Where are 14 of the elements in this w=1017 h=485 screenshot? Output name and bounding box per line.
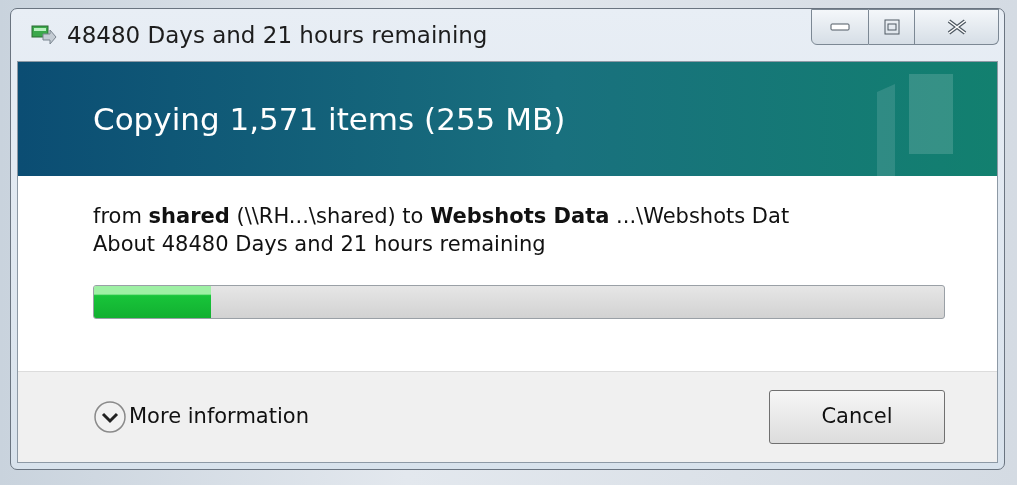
maximize-icon xyxy=(883,19,900,35)
cancel-button[interactable]: Cancel xyxy=(769,390,945,444)
maximize-button[interactable] xyxy=(869,9,915,45)
chevron-icon xyxy=(93,400,127,434)
minimize-icon xyxy=(830,23,850,31)
close-button[interactable] xyxy=(915,9,999,45)
minimize-button[interactable] xyxy=(811,9,869,45)
header-title: Copying 1,571 items (255 MB) xyxy=(93,99,566,139)
source-destination-text: from shared (\\RH...\shared) to Webshots Data ...\Webshots Dat xyxy=(93,203,791,230)
window-title: 48480 Days and 21 hours remaining xyxy=(67,20,488,50)
copy-icon xyxy=(31,24,57,46)
time-remaining-text: About 48480 Days and 21 hours remaining xyxy=(93,231,547,259)
close-icon xyxy=(945,19,968,35)
more-information-toggle[interactable]: More information xyxy=(93,400,309,434)
